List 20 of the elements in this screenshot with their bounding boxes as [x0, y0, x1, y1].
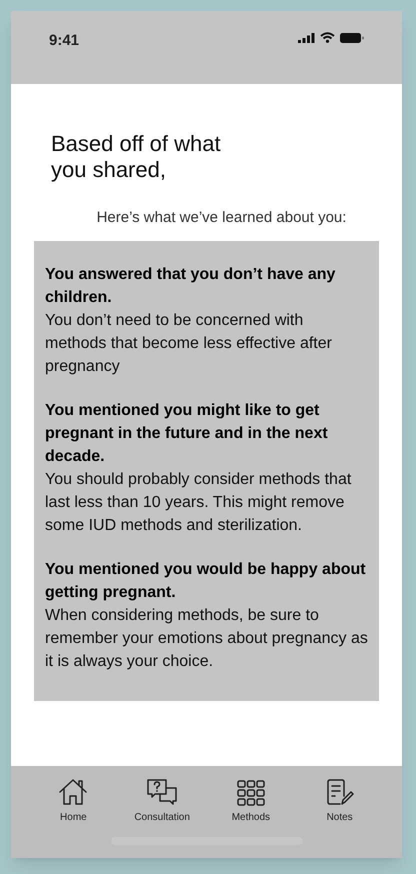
- signal-icon: [298, 32, 315, 42]
- nav-tab[interactable]: Consultation: [118, 776, 206, 825]
- finding-text: When considering methods, be sure to remember your emotions about pregnancy as it is always your choice.: [45, 606, 368, 672]
- nav-tab[interactable]: Methods: [206, 776, 296, 825]
- grid-icon: [236, 780, 265, 806]
- subheading: Here’s what we’ve learned about you:: [96, 208, 348, 228]
- finding-text: You should probably consider methods that last less than 10 years. This might remove some IUD methods and sterilization.: [45, 470, 352, 536]
- home-icon: [58, 778, 88, 806]
- wifi-icon: [320, 32, 335, 43]
- page-heading: Based off of what you shared,: [50, 131, 222, 183]
- finding-text: You don’t need to be concerned with methods that become less effective after pregnancy: [45, 310, 333, 376]
- note-pencil-icon: [326, 778, 354, 806]
- finding-title: You mentioned you might like to get pregnant in the future and in the next decade.: [45, 400, 329, 466]
- battery-icon: [340, 32, 364, 42]
- nav-tab[interactable]: Home: [29, 776, 118, 825]
- status-time: 9:41: [49, 31, 80, 51]
- finding-title: You answered that you don’t have any children.: [45, 264, 336, 308]
- finding-title: You mentioned you would be happy about getting pregnant.: [45, 560, 367, 602]
- question-chat-icon: [146, 778, 178, 806]
- nav-tab[interactable]: Notes: [295, 776, 384, 825]
